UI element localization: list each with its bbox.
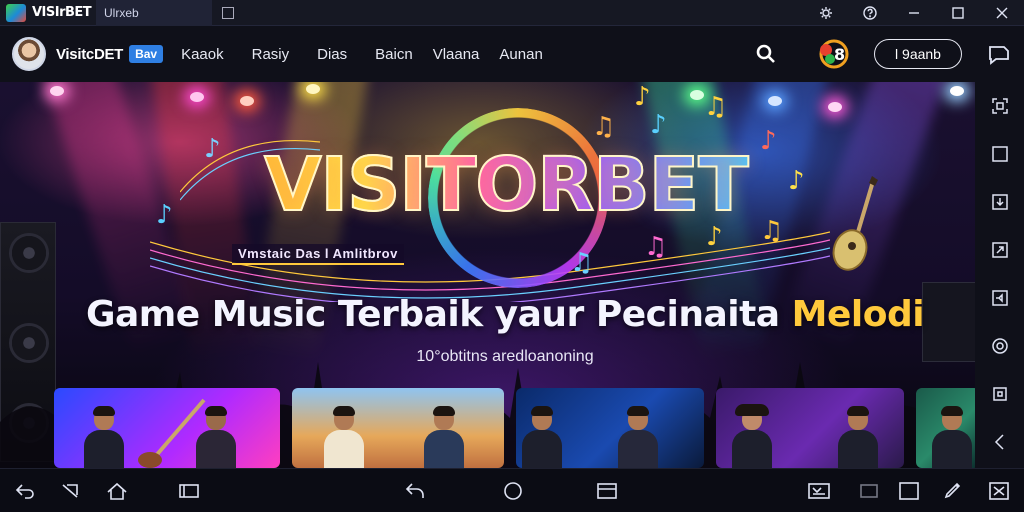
stage-light — [240, 96, 254, 106]
music-note-icon: ♫ — [570, 248, 594, 278]
window-icon[interactable] — [975, 130, 1024, 178]
music-note-icon: ♫ — [644, 232, 668, 262]
hero-headline: Game Music Terbaik yaur Pecinaita Melodi — [0, 294, 975, 335]
recent-apps-icon[interactable] — [178, 481, 200, 501]
stage-light — [768, 96, 782, 106]
close-icon[interactable] — [980, 0, 1024, 26]
search-icon[interactable] — [754, 42, 778, 66]
navbar-actions: 8 l 9aanb — [754, 26, 1024, 82]
brand-logo-text: VISITORBET — [226, 141, 786, 229]
gear-icon[interactable] — [804, 0, 848, 26]
account-pill-button[interactable]: l 9aanb — [874, 39, 962, 69]
avatar[interactable] — [12, 37, 46, 71]
thumbnail-card[interactable] — [716, 388, 904, 468]
circle-home-icon[interactable] — [502, 481, 524, 501]
emulator-bottom-bar — [0, 468, 1024, 512]
guitar-icon — [832, 176, 878, 271]
nav-item-6[interactable]: Aunan — [499, 46, 542, 63]
emulator-sidebar — [975, 82, 1024, 468]
stage-light — [950, 86, 964, 96]
music-note-icon: ♪ — [204, 134, 221, 164]
thumbnail-card[interactable] — [516, 388, 704, 468]
nav-item-3[interactable]: Dias — [317, 46, 347, 63]
music-note-icon: ♫ — [592, 112, 616, 142]
new-tab-icon[interactable] — [222, 7, 234, 19]
minimize-icon[interactable] — [892, 0, 936, 26]
home-icon[interactable] — [106, 481, 128, 501]
thumbnail-card[interactable] — [292, 388, 504, 468]
headline-main: Game Music Terbaik yaur Pecinaita — [85, 294, 792, 335]
thumbnail-strip — [54, 388, 975, 468]
hero-tagline: 10°obtitns aredloanoning — [416, 348, 594, 365]
help-icon[interactable] — [848, 0, 892, 26]
music-note-icon: ♪ — [788, 166, 805, 196]
screen-icon[interactable] — [858, 481, 880, 501]
rotate-icon[interactable] — [404, 481, 426, 501]
nav-item-5[interactable]: Vlaana — [433, 46, 480, 63]
import-icon[interactable] — [975, 178, 1024, 226]
hero-banner[interactable]: ♪ ♫ ♪ ♫ ♪ ♪ ♫ ♪ ♫ ♪ ♪ ♫ VISITORBET Vmsta… — [0, 82, 975, 468]
chat-icon[interactable] — [986, 41, 1012, 67]
shake-icon[interactable] — [60, 481, 82, 501]
nav-item-1[interactable]: Kaaok — [181, 46, 224, 63]
svg-text:8: 8 — [834, 45, 845, 64]
volume-icon[interactable] — [975, 274, 1024, 322]
screenshot-icon[interactable] — [975, 82, 1024, 130]
nav-item-2[interactable]: Rasiy — [252, 46, 290, 63]
tab-label: Ulrxeb — [104, 6, 139, 20]
maximize-icon[interactable] — [936, 0, 980, 26]
app-logo-icon — [6, 3, 26, 22]
music-note-icon: ♪ — [156, 200, 173, 230]
fullscreen-toggle-icon[interactable] — [898, 481, 920, 501]
music-badge-icon[interactable]: 8 — [812, 37, 852, 71]
tab-home[interactable]: Ulrxeb — [96, 0, 212, 26]
brand-badge: Bav — [129, 45, 164, 63]
keyboard-icon[interactable] — [808, 481, 830, 501]
app-name: VISIrBET — [32, 5, 92, 20]
stage-light — [690, 90, 704, 100]
music-note-icon: ♪ — [650, 110, 667, 140]
edit-icon[interactable] — [942, 481, 964, 501]
back-icon[interactable] — [14, 481, 36, 501]
stage-light — [828, 102, 842, 112]
stage-light — [306, 84, 320, 94]
thumbnail-card[interactable] — [54, 388, 280, 468]
apps-icon[interactable] — [596, 481, 618, 501]
record-icon[interactable] — [975, 370, 1024, 418]
brand-name[interactable]: VisitcDET — [56, 46, 123, 63]
back-icon[interactable] — [975, 418, 1024, 466]
expand-icon[interactable] — [988, 481, 1010, 501]
music-note-icon: ♪ — [634, 82, 651, 112]
nav-item-4[interactable]: Baicn — [375, 46, 413, 63]
settings-icon[interactable] — [975, 322, 1024, 370]
site-navbar: VisitcDET Bav Kaaok Rasiy Dias Baicn Vla… — [0, 26, 1024, 82]
stage-light — [50, 86, 64, 96]
share-icon[interactable] — [975, 226, 1024, 274]
title-bar: VISIrBET Ulrxeb — [0, 0, 1024, 26]
thumbnail-card[interactable] — [916, 388, 975, 468]
window-controls — [804, 0, 1024, 26]
music-note-icon: ♫ — [704, 92, 728, 122]
logo-subtitle: Vmstaic Das l Amlitbrov — [232, 244, 404, 265]
stage-light — [190, 92, 204, 102]
headline-accent: Melodi — [791, 294, 925, 335]
account-pill-label: l 9aanb — [895, 46, 941, 62]
